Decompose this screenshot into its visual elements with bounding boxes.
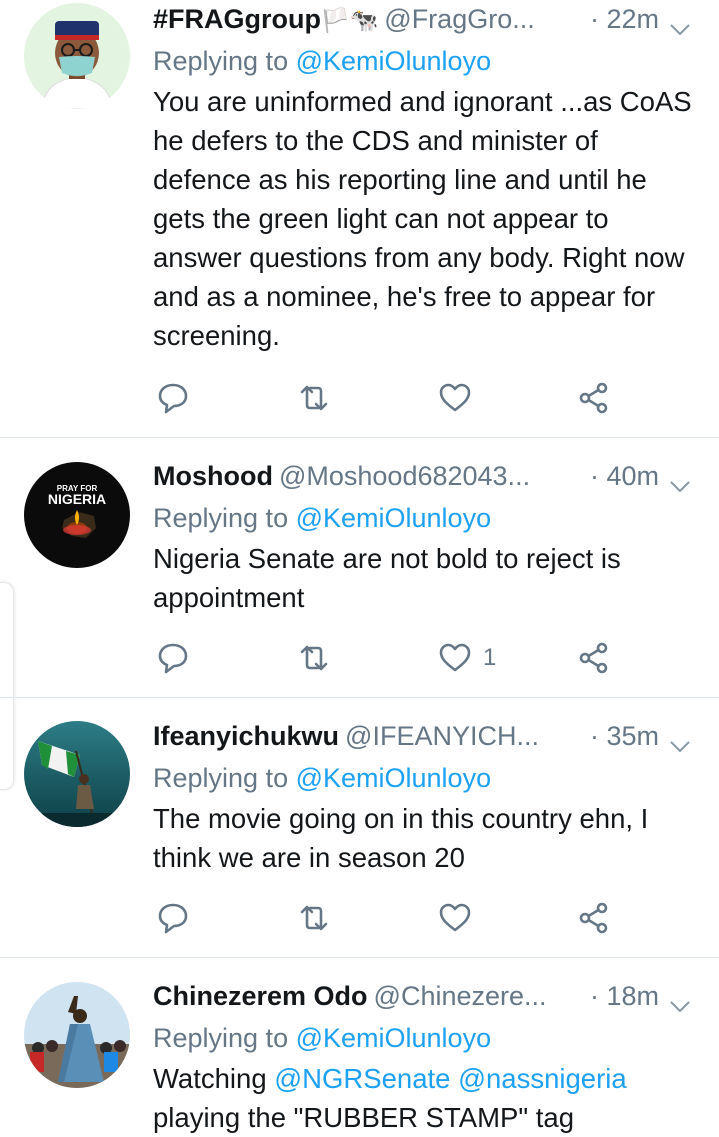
user-handle[interactable]: @IFEANYICH... bbox=[345, 721, 539, 751]
like-icon bbox=[437, 640, 473, 676]
tweet-actions bbox=[153, 378, 693, 418]
chevron-down-icon[interactable] bbox=[669, 986, 691, 1024]
tweet-text: You are uninformed and ignorant ...as Co… bbox=[153, 86, 692, 351]
retweet-icon bbox=[296, 900, 332, 936]
avatar[interactable] bbox=[24, 3, 130, 109]
tweet-actions bbox=[153, 898, 693, 938]
share-button[interactable] bbox=[576, 898, 612, 938]
timestamp[interactable]: · 35m bbox=[590, 717, 659, 755]
avatar[interactable] bbox=[24, 982, 130, 1088]
tweet-header: #FRAGgroup🏳️🐄 @FragGro... · 22m bbox=[153, 0, 719, 38]
like-button[interactable] bbox=[437, 378, 483, 418]
retweet-button[interactable] bbox=[296, 638, 332, 678]
display-name[interactable]: Ifeanyichukwu bbox=[153, 721, 339, 751]
replying-to: Replying to @KemiOlunloyo bbox=[153, 763, 492, 793]
like-count: 1 bbox=[483, 644, 497, 671]
tweet[interactable]: Ifeanyichukwu @IFEANYICH... · 35m Replyin… bbox=[0, 697, 719, 958]
replying-to: Replying to @KemiOlunloyo bbox=[153, 503, 492, 533]
chevron-down-icon[interactable] bbox=[669, 466, 691, 504]
user-handle[interactable]: @Chinezere... bbox=[374, 981, 547, 1011]
reply-button[interactable] bbox=[155, 638, 191, 678]
tweet[interactable]: Chinezerem Odo @Chinezere... · 18m Replyi… bbox=[0, 957, 719, 1137]
name-emoji: 🏳️🐄 bbox=[321, 7, 379, 33]
share-icon bbox=[576, 640, 612, 676]
tweet-header: Moshood @Moshood682043... · 40m bbox=[153, 457, 719, 495]
like-button[interactable]: 1 bbox=[437, 638, 496, 678]
user-handle[interactable]: @FragGro... bbox=[384, 4, 534, 34]
timestamp[interactable]: · 40m bbox=[590, 457, 659, 495]
tweet-actions: 1 bbox=[153, 638, 693, 678]
retweet-button[interactable] bbox=[296, 898, 332, 938]
like-icon bbox=[437, 380, 473, 416]
timestamp[interactable]: · 18m bbox=[590, 977, 659, 1015]
share-icon bbox=[576, 380, 612, 416]
retweet-icon bbox=[296, 380, 332, 416]
replying-to: Replying to @KemiOlunloyo bbox=[153, 46, 492, 76]
user-handle[interactable]: @Moshood682043... bbox=[279, 461, 530, 491]
reply-icon bbox=[155, 640, 191, 676]
retweet-icon bbox=[296, 640, 332, 676]
like-button[interactable] bbox=[437, 898, 483, 938]
mention-link[interactable]: @KemiOlunloyo bbox=[296, 503, 492, 533]
reply-button[interactable] bbox=[155, 898, 191, 938]
avatar[interactable] bbox=[24, 721, 130, 827]
tweet-text: Nigeria Senate are not bold to reject is… bbox=[153, 543, 621, 613]
retweet-button[interactable] bbox=[296, 378, 332, 418]
mention-link[interactable]: @nassnigeria bbox=[458, 1063, 627, 1094]
tweet[interactable]: PRAY FOR NIGERIA Moshood @Moshood682043..… bbox=[0, 437, 719, 698]
reply-icon bbox=[155, 380, 191, 416]
reply-button[interactable] bbox=[155, 378, 191, 418]
chevron-down-icon[interactable] bbox=[669, 9, 691, 47]
replying-to: Replying to @KemiOlunloyo bbox=[153, 1023, 492, 1053]
mention-link[interactable]: @NGRSenate bbox=[274, 1063, 450, 1094]
mention-link[interactable]: @KemiOlunloyo bbox=[296, 46, 492, 76]
tweet[interactable]: #FRAGgroup🏳️🐄 @FragGro... · 22m Replying … bbox=[0, 0, 719, 438]
tweet-text: Watching @NGRSenate @nassnigeria playing … bbox=[153, 1063, 627, 1133]
share-button[interactable] bbox=[576, 638, 612, 678]
display-name[interactable]: #FRAGgroup bbox=[153, 4, 321, 34]
display-name[interactable]: Chinezerem Odo bbox=[153, 981, 368, 1011]
chevron-down-icon[interactable] bbox=[669, 726, 691, 764]
mention-link[interactable]: @KemiOlunloyo bbox=[296, 1023, 492, 1053]
share-icon bbox=[576, 900, 612, 936]
share-button[interactable] bbox=[576, 378, 612, 418]
display-name[interactable]: Moshood bbox=[153, 461, 273, 491]
mention-link[interactable]: @KemiOlunloyo bbox=[296, 763, 492, 793]
tweet-header: Ifeanyichukwu @IFEANYICH... · 35m bbox=[153, 717, 719, 755]
like-icon bbox=[437, 900, 473, 936]
avatar-title: NIGERIA bbox=[48, 491, 106, 507]
tweet-text: The movie going on in this country ehn, … bbox=[153, 803, 649, 873]
tweet-header: Chinezerem Odo @Chinezere... · 18m bbox=[153, 977, 719, 1015]
timestamp[interactable]: · 22m bbox=[590, 0, 659, 38]
reply-icon bbox=[155, 900, 191, 936]
avatar[interactable]: PRAY FOR NIGERIA bbox=[24, 462, 130, 568]
